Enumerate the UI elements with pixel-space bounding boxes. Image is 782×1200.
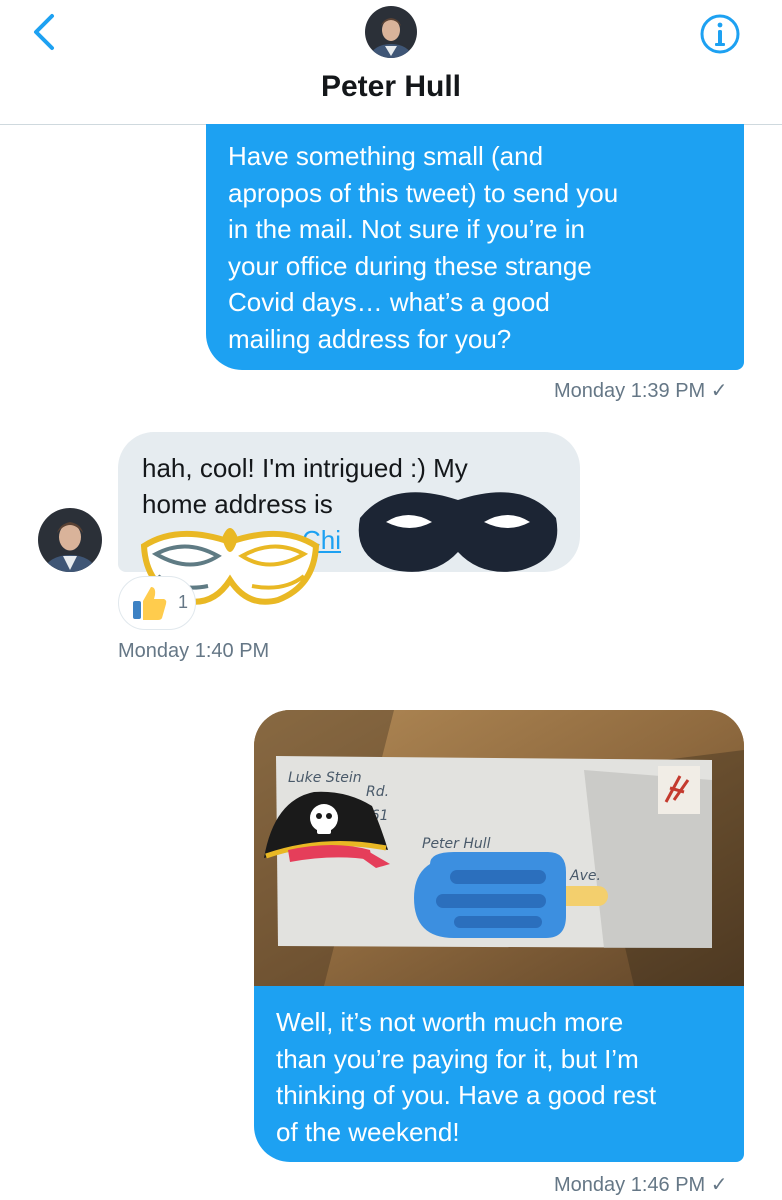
eye-mask-icon xyxy=(358,492,558,572)
conversation-header: Peter Hull xyxy=(0,0,782,125)
message-timestamp: Monday 1:39 PM ✓ xyxy=(554,380,728,402)
message-line: your office during these strange xyxy=(228,250,592,281)
message-line: than you’re paying for it, but I’m xyxy=(276,1043,639,1074)
info-icon xyxy=(700,14,740,54)
message-line: mailing address for you? xyxy=(228,323,512,354)
message-timestamp: Monday 1:40 PM xyxy=(118,640,270,662)
message-line: apropos of this tweet) to send you xyxy=(228,177,619,208)
header-avatar[interactable] xyxy=(365,6,417,58)
message-line: in the mail. Not sure if you’re in xyxy=(228,214,585,244)
conversation-info-button[interactable] xyxy=(696,10,744,58)
message-line: Have something small (and xyxy=(228,141,544,171)
sender-avatar[interactable] xyxy=(38,508,102,572)
message-bubble-outgoing[interactable]: Have something small (and apropos of thi… xyxy=(206,124,744,370)
message-line: of the weekend! xyxy=(276,1116,460,1147)
thumbs-up-icon xyxy=(133,587,167,620)
envelope-text: Rd. xyxy=(366,784,389,800)
chevron-left-icon xyxy=(34,14,54,50)
envelope-text: Peter Hull xyxy=(422,836,491,852)
message-line: Well, it’s not worth much more xyxy=(276,1007,624,1037)
message-line: Covid days… what’s a good xyxy=(228,287,550,317)
message-photo[interactable]: Luke Stein Rd. 02461 Peter Hull Ave. xyxy=(254,710,744,986)
envelope-text: Luke Stein xyxy=(288,770,362,786)
message-timestamp: Monday 1:46 PM ✓ xyxy=(554,1174,728,1196)
message-line: thinking of you. Have a good rest xyxy=(276,1080,657,1110)
reaction-count: 1 xyxy=(178,592,189,612)
envelope-text: Ave. xyxy=(569,868,601,884)
back-button[interactable] xyxy=(22,10,66,54)
message-bubble-outgoing[interactable]: Well, it’s not worth much more than you’… xyxy=(254,986,744,1162)
contact-name[interactable]: Peter Hull xyxy=(0,70,782,104)
